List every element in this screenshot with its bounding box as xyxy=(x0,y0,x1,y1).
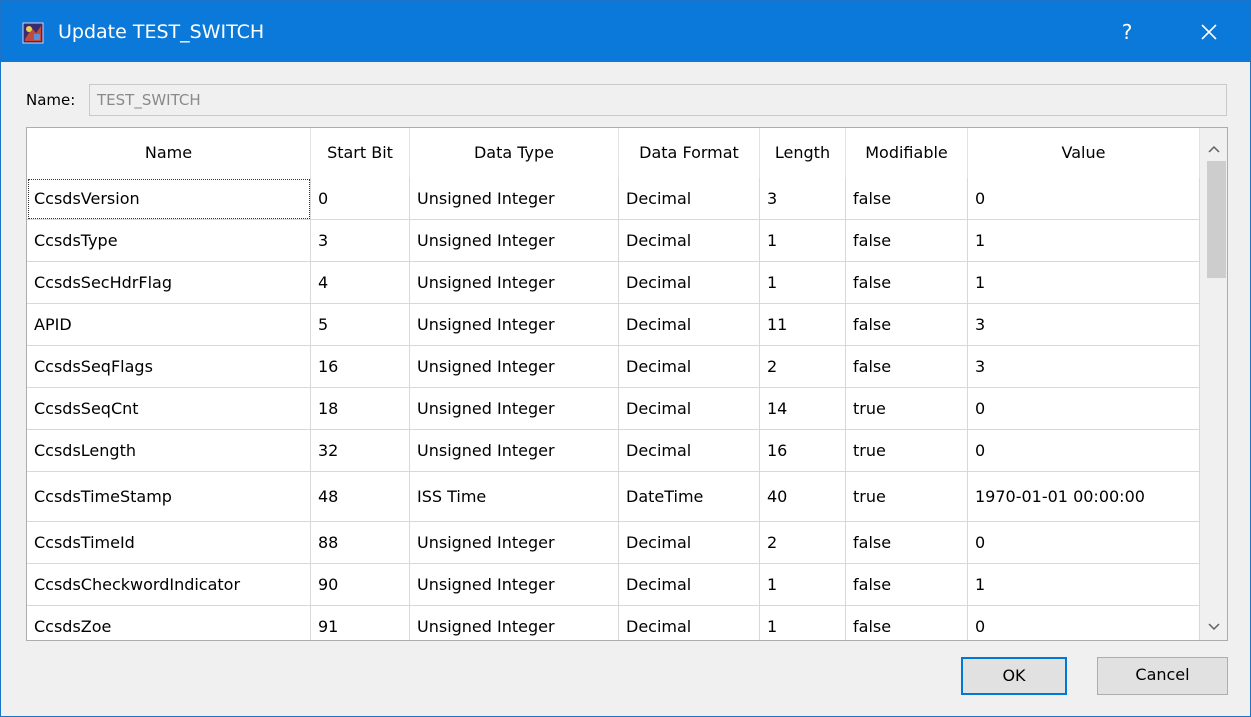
table-cell[interactable]: Decimal xyxy=(619,522,760,564)
table-cell[interactable]: Decimal xyxy=(619,430,760,472)
table-cell[interactable]: APID xyxy=(27,304,311,346)
table-cell[interactable]: 0 xyxy=(968,606,1200,640)
table-cell[interactable]: 0 xyxy=(968,178,1200,220)
table-cell[interactable]: Decimal xyxy=(619,388,760,430)
column-header[interactable]: Data Type xyxy=(410,128,619,178)
table-cell[interactable]: Unsigned Integer xyxy=(410,606,619,640)
table-cell[interactable]: 88 xyxy=(311,522,410,564)
table-cell[interactable]: DateTime xyxy=(619,472,760,522)
table-cell[interactable]: false xyxy=(846,220,968,262)
table-cell[interactable]: CcsdsSeqCnt xyxy=(27,388,311,430)
ok-button[interactable]: OK xyxy=(961,657,1067,695)
table-cell[interactable]: Decimal xyxy=(619,262,760,304)
table-cell[interactable]: Unsigned Integer xyxy=(410,388,619,430)
table-cell[interactable]: 1970-01-01 00:00:00 xyxy=(968,472,1200,522)
table-cell[interactable]: 48 xyxy=(311,472,410,522)
update-dialog: Update TEST_SWITCH ? Name: TEST_SWITCH N… xyxy=(0,0,1251,717)
table-cell[interactable]: 16 xyxy=(760,430,846,472)
table-cell[interactable]: CcsdsSecHdrFlag xyxy=(27,262,311,304)
table-cell[interactable]: false xyxy=(846,522,968,564)
table-cell[interactable]: ISS Time xyxy=(410,472,619,522)
table-cell[interactable]: false xyxy=(846,304,968,346)
table-cell[interactable]: 0 xyxy=(968,388,1200,430)
table-cell[interactable]: Unsigned Integer xyxy=(410,346,619,388)
cancel-button[interactable]: Cancel xyxy=(1097,657,1228,695)
table-cell[interactable]: Decimal xyxy=(619,606,760,640)
table-cell[interactable]: 1 xyxy=(968,262,1200,304)
table-cell[interactable]: CcsdsType xyxy=(27,220,311,262)
column-header[interactable]: Data Format xyxy=(619,128,760,178)
table-cell[interactable]: Decimal xyxy=(619,220,760,262)
table-cell[interactable]: 32 xyxy=(311,430,410,472)
table-cell[interactable]: 3 xyxy=(311,220,410,262)
scroll-thumb[interactable] xyxy=(1207,161,1226,278)
table-cell[interactable]: 3 xyxy=(760,178,846,220)
table-cell[interactable]: 90 xyxy=(311,564,410,606)
table-cell[interactable]: 18 xyxy=(311,388,410,430)
app-icon xyxy=(22,22,44,44)
table-cell[interactable]: 11 xyxy=(760,304,846,346)
table-cell[interactable]: 40 xyxy=(760,472,846,522)
table-cell[interactable]: CcsdsZoe xyxy=(27,606,311,640)
table-cell[interactable]: false xyxy=(846,606,968,640)
title-bar: Update TEST_SWITCH ? xyxy=(1,1,1250,62)
table-cell[interactable]: 0 xyxy=(311,178,410,220)
fields-table: Name Start Bit Data Type Data Format Length M… xyxy=(26,127,1228,641)
column-header[interactable]: Modifiable xyxy=(846,128,968,178)
table-cell[interactable]: Decimal xyxy=(619,304,760,346)
table-cell[interactable]: Unsigned Integer xyxy=(410,564,619,606)
table-cell[interactable]: Decimal xyxy=(619,346,760,388)
table-cell[interactable]: false xyxy=(846,346,968,388)
table-cell[interactable]: Unsigned Integer xyxy=(410,304,619,346)
table-cell[interactable]: Unsigned Integer xyxy=(410,430,619,472)
window-title: Update TEST_SWITCH xyxy=(58,21,265,43)
column-header[interactable]: Length xyxy=(760,128,846,178)
table-cell[interactable]: Decimal xyxy=(619,178,760,220)
table-cell[interactable]: 1 xyxy=(760,564,846,606)
scroll-down-icon[interactable] xyxy=(1200,616,1227,638)
table-cell[interactable]: Unsigned Integer xyxy=(410,178,619,220)
table-cell[interactable]: Unsigned Integer xyxy=(410,262,619,304)
table-cell[interactable]: 3 xyxy=(968,304,1200,346)
table-cell[interactable]: 3 xyxy=(968,346,1200,388)
column-header[interactable]: Name xyxy=(27,128,311,178)
name-input[interactable]: TEST_SWITCH xyxy=(89,84,1227,116)
table-cell[interactable]: CcsdsVersion xyxy=(27,178,311,220)
name-label: Name: xyxy=(26,91,76,109)
table-cell[interactable]: 5 xyxy=(311,304,410,346)
table-cell[interactable]: 0 xyxy=(968,522,1200,564)
table-cell[interactable]: false xyxy=(846,262,968,304)
vertical-scrollbar[interactable] xyxy=(1200,128,1227,640)
table-cell[interactable]: 2 xyxy=(760,522,846,564)
scroll-up-icon[interactable] xyxy=(1200,138,1227,160)
table-cell[interactable]: CcsdsSeqFlags xyxy=(27,346,311,388)
table-cell[interactable]: false xyxy=(846,564,968,606)
table-cell[interactable]: 1 xyxy=(760,262,846,304)
table-cell[interactable]: 1 xyxy=(760,220,846,262)
table-cell[interactable]: CcsdsCheckwordIndicator xyxy=(27,564,311,606)
table-cell[interactable]: Decimal xyxy=(619,564,760,606)
table-cell[interactable]: 16 xyxy=(311,346,410,388)
table-cell[interactable]: 1 xyxy=(968,220,1200,262)
table-cell[interactable]: false xyxy=(846,178,968,220)
table-cell[interactable]: 0 xyxy=(968,430,1200,472)
table-cell[interactable]: Unsigned Integer xyxy=(410,522,619,564)
table-cell[interactable]: Unsigned Integer xyxy=(410,220,619,262)
help-button[interactable]: ? xyxy=(1109,15,1145,49)
table-cell[interactable]: 1 xyxy=(760,606,846,640)
table-cell[interactable]: true xyxy=(846,388,968,430)
table-cell[interactable]: 14 xyxy=(760,388,846,430)
table-cell[interactable]: CcsdsLength xyxy=(27,430,311,472)
column-header[interactable]: Start Bit xyxy=(311,128,410,178)
table-cell[interactable]: CcsdsTimeStamp xyxy=(27,472,311,522)
table-cell[interactable]: true xyxy=(846,430,968,472)
table-cell[interactable]: CcsdsTimeId xyxy=(27,522,311,564)
table-cell[interactable]: 91 xyxy=(311,606,410,640)
table-cell[interactable]: true xyxy=(846,472,968,522)
table-cell[interactable]: 4 xyxy=(311,262,410,304)
table-cell[interactable]: 1 xyxy=(968,564,1200,606)
column-header[interactable]: Value xyxy=(968,128,1200,178)
table-cell[interactable]: 2 xyxy=(760,346,846,388)
close-icon[interactable] xyxy=(1189,15,1229,49)
